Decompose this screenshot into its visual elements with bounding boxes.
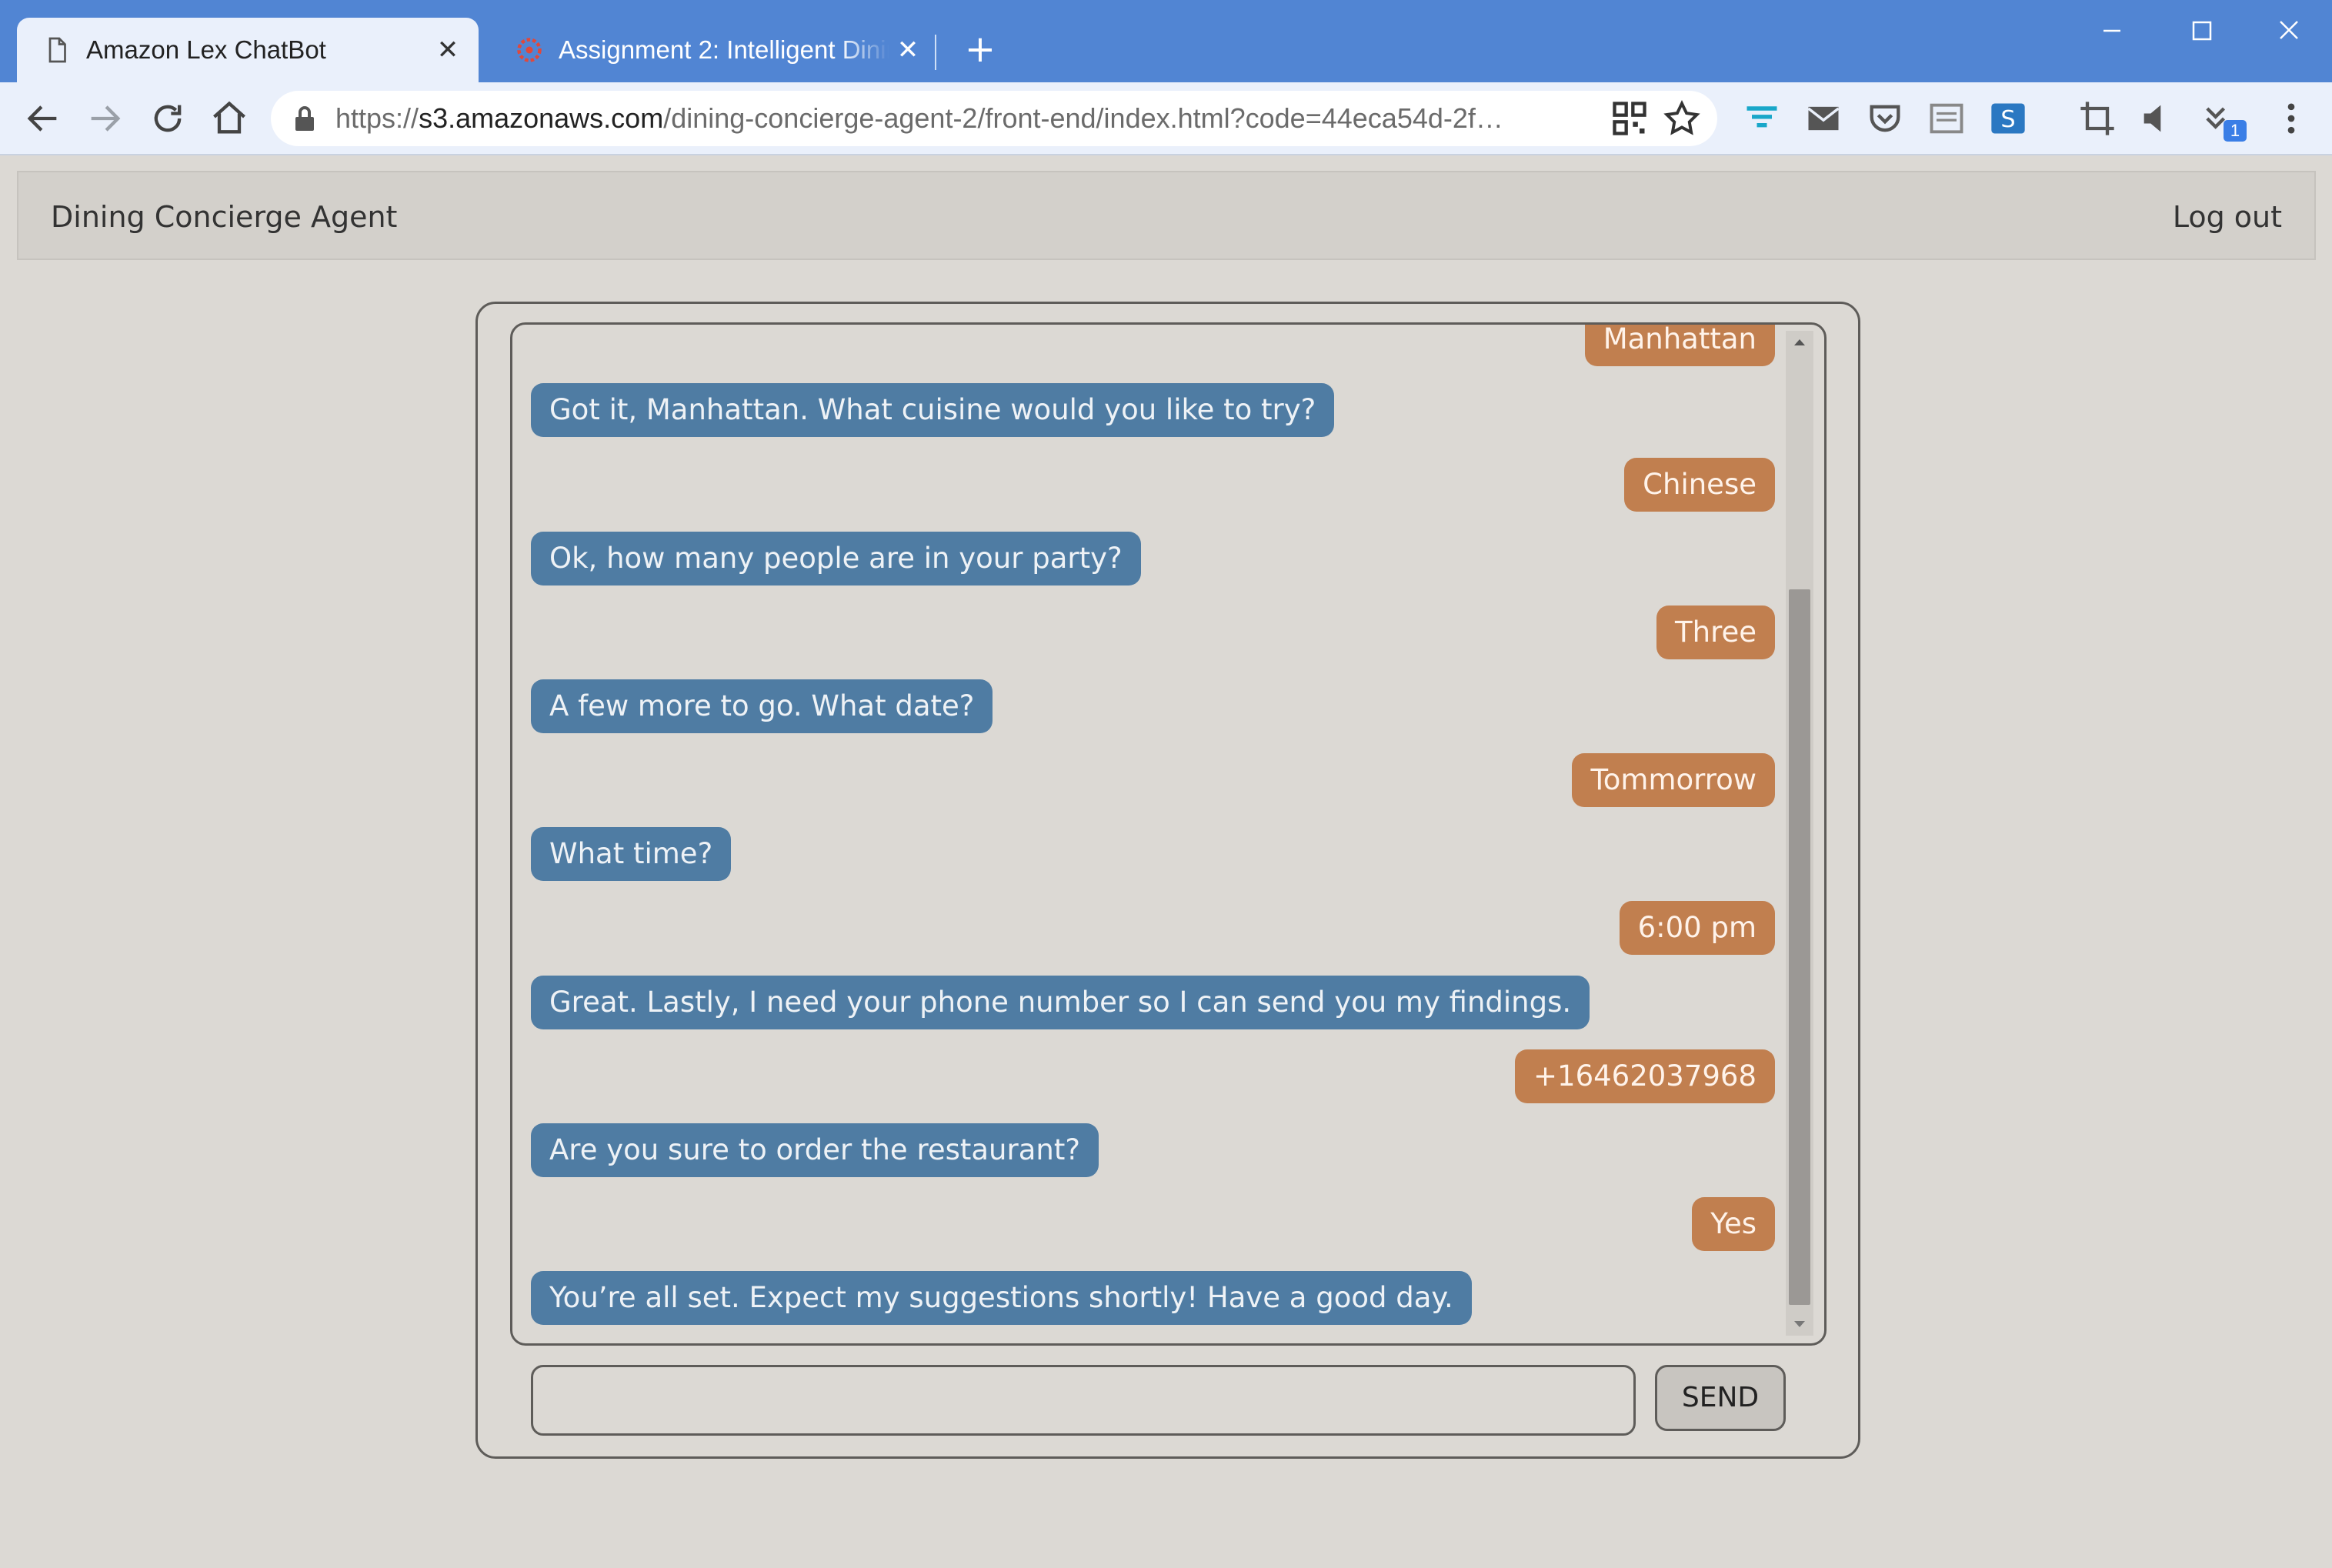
lock-icon xyxy=(295,106,314,131)
maximize-icon[interactable] xyxy=(2182,14,2220,48)
message-list: Manhattan Got it, Manhattan. What cuisin… xyxy=(512,325,1793,1343)
bot-message: Great. Lastly, I need your phone number … xyxy=(531,976,1590,1029)
close-icon[interactable]: ✕ xyxy=(432,35,463,65)
scroll-down-arrow-icon[interactable] xyxy=(1792,1317,1807,1331)
tab-divider xyxy=(935,35,936,70)
reader-extension-icon[interactable] xyxy=(1927,98,1967,138)
reload-icon[interactable] xyxy=(148,98,188,138)
home-icon[interactable] xyxy=(209,98,249,138)
message-input[interactable] xyxy=(531,1365,1636,1436)
chat-scrollbar[interactable] xyxy=(1786,331,1813,1336)
columbia-crown-icon xyxy=(517,38,542,62)
user-message: Tommorrow xyxy=(1572,753,1775,807)
filter-extension-icon[interactable] xyxy=(1742,98,1782,138)
scroll-up-arrow-icon[interactable] xyxy=(1792,335,1807,349)
chat-window: Manhattan Got it, Manhattan. What cuisin… xyxy=(510,322,1827,1346)
back-arrow-icon[interactable] xyxy=(23,98,63,138)
bot-message: Are you sure to order the restaurant? xyxy=(531,1123,1099,1177)
window-close-icon[interactable] xyxy=(2270,14,2308,48)
qr-code-icon[interactable] xyxy=(1610,98,1650,138)
bot-message: Ok, how many people are in your party? xyxy=(531,532,1141,585)
user-message: Three xyxy=(1656,606,1775,659)
svg-text:S: S xyxy=(2000,106,2015,133)
logout-link[interactable]: Log out xyxy=(2173,195,2282,239)
minimize-icon[interactable] xyxy=(2093,14,2131,48)
user-message: Manhattan xyxy=(1584,325,1775,366)
brand-title[interactable]: Dining Concierge Agent xyxy=(51,195,397,239)
speaker-icon[interactable] xyxy=(2137,98,2177,138)
user-message: 6:00 pm xyxy=(1619,901,1775,955)
tab-assignment-2[interactable]: Assignment 2: Intelligent Dining Concier… xyxy=(489,18,936,82)
bot-message: You’re all set. Expect my suggestions sh… xyxy=(531,1271,1472,1325)
site-navbar: Dining Concierge Agent Log out xyxy=(17,171,2316,260)
more-menu-icon[interactable] xyxy=(2271,98,2311,138)
tab-amazon-lex-chatbot[interactable]: Amazon Lex ChatBot ✕ xyxy=(17,18,479,82)
extension-badge: 1 xyxy=(2224,120,2247,142)
user-message: Yes xyxy=(1692,1197,1775,1251)
mail-icon[interactable] xyxy=(1803,98,1843,138)
forward-arrow-icon[interactable] xyxy=(85,98,125,138)
pocket-icon[interactable] xyxy=(1865,98,1905,138)
bot-message: A few more to go. What date? xyxy=(531,679,993,733)
url-scheme: https:// xyxy=(335,102,419,134)
user-message: +16462037968 xyxy=(1515,1049,1775,1103)
tab-title: Amazon Lex ChatBot xyxy=(86,35,326,64)
new-tab-plus-icon[interactable]: + xyxy=(962,31,999,68)
url-path: /dining-concierge-agent-2/front-end/inde… xyxy=(663,102,1503,134)
url-host: s3.amazonaws.com xyxy=(419,102,664,134)
send-button[interactable]: SEND xyxy=(1655,1365,1786,1431)
crop-icon[interactable] xyxy=(2077,98,2117,138)
scroll-thumb[interactable] xyxy=(1789,589,1810,1305)
url-text[interactable]: https://s3.amazonaws.com/dining-concierg… xyxy=(335,98,1597,138)
close-icon[interactable]: ✕ xyxy=(892,35,923,65)
bookmark-star-icon[interactable] xyxy=(1662,98,1702,138)
bot-message: Got it, Manhattan. What cuisine would yo… xyxy=(531,383,1335,437)
tab-title: Assignment 2: Intelligent Dining Concier… xyxy=(559,35,889,64)
document-icon xyxy=(48,37,66,63)
bot-message: What time? xyxy=(531,827,732,881)
s-extension-icon[interactable]: S xyxy=(1988,98,2028,138)
user-message: Chinese xyxy=(1624,458,1775,512)
